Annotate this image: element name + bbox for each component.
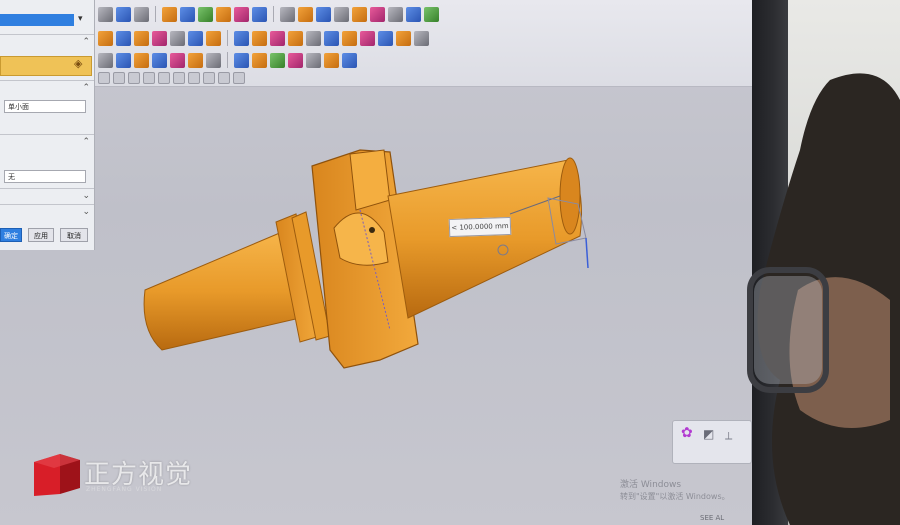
taper	[387, 159, 582, 319]
tool-holder-model[interactable]	[0, 0, 760, 525]
activate-windows-notice: 激活 Windows 转到"设置"以激活 Windows。	[620, 480, 730, 501]
brand-logo-icon	[34, 454, 80, 496]
vector-arrow[interactable]	[585, 237, 589, 269]
photo-scene: ▾ ⌃ ◈ ⌃ 单小面 ⌃ 无 ⌄ ⌄ 确定 应用 取消 < 100.0000 …	[0, 0, 900, 525]
flange-key	[349, 149, 391, 211]
dimension-label[interactable]: < 100.0000 mm	[448, 216, 512, 238]
view-cube-icon[interactable]: ◩	[703, 427, 714, 441]
hole	[369, 227, 375, 233]
brand-subtitle: ZHENGFANG VISION	[86, 486, 163, 493]
shank	[143, 231, 301, 351]
person-silhouette	[747, 73, 900, 525]
gear-icon[interactable]: ✿	[681, 425, 693, 441]
monitor-screen: ▾ ⌃ ◈ ⌃ 单小面 ⌃ 无 ⌄ ⌄ 确定 应用 取消 < 100.0000 …	[0, 0, 760, 525]
taper-end	[559, 157, 581, 235]
